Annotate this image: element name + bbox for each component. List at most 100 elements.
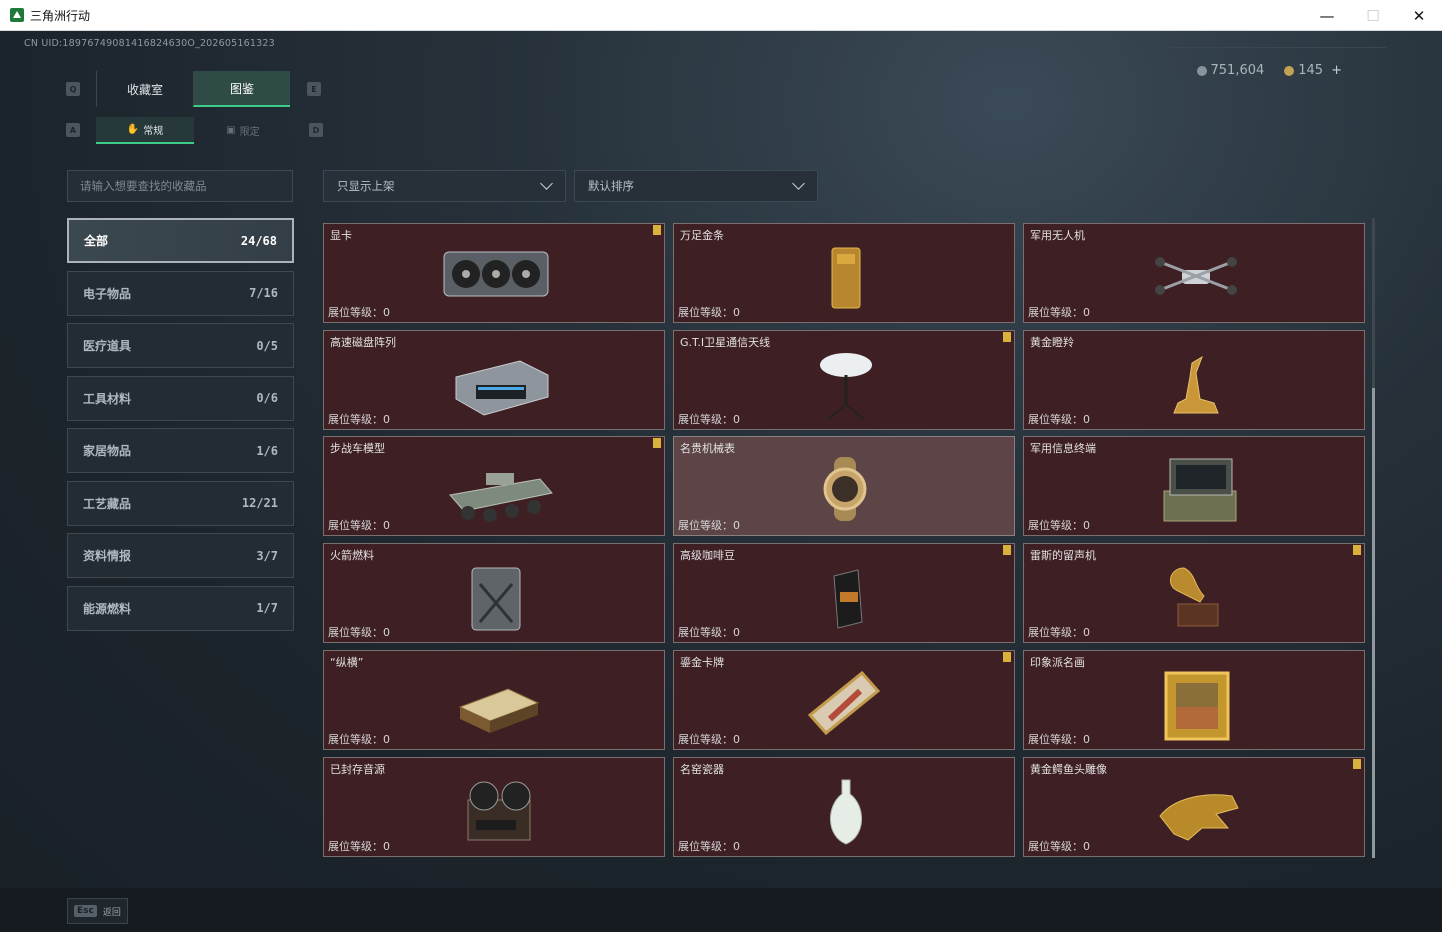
collectible-name: 名贵机械表 bbox=[680, 442, 735, 456]
display-level: 展位等级：0 bbox=[328, 731, 390, 747]
new-badge-icon bbox=[1003, 651, 1011, 662]
collectible-card[interactable]: 军用无人机 展位等级：0 bbox=[1023, 223, 1365, 323]
collectible-card[interactable]: G.T.I卫星通信天线 展位等级：0 bbox=[673, 329, 1015, 430]
collectible-name: 显卡 bbox=[330, 229, 352, 242]
display-level-value: 0 bbox=[733, 412, 740, 426]
display-level-value: 0 bbox=[383, 626, 390, 640]
display-level-label: 展位等级： bbox=[678, 519, 733, 533]
category-medical[interactable]: 医疗道具 0/5 bbox=[67, 323, 294, 368]
scrollbar-thumb[interactable] bbox=[1372, 388, 1375, 858]
display-level: 展位等级：0 bbox=[1028, 624, 1090, 640]
display-level-value: 0 bbox=[1083, 519, 1090, 533]
painting-icon bbox=[1164, 671, 1230, 741]
watch-icon bbox=[823, 457, 867, 522]
category-household[interactable]: 家居物品 1/6 bbox=[67, 428, 294, 473]
collectible-card[interactable]: 名贵机械表 展位等级：0 bbox=[673, 436, 1015, 537]
close-button[interactable]: ✕ bbox=[1396, 0, 1442, 31]
maximize-button[interactable]: ☐ bbox=[1350, 0, 1396, 31]
display-level-value: 0 bbox=[383, 732, 390, 746]
collectible-name: 高级咖啡豆 bbox=[680, 549, 735, 563]
grid-scrollbar[interactable] bbox=[1372, 218, 1375, 858]
display-level-value: 0 bbox=[383, 412, 390, 426]
collectible-name: “纵横” bbox=[330, 655, 364, 669]
display-level-value: 0 bbox=[1083, 306, 1090, 319]
collectible-card[interactable]: “纵横” 展位等级：0 bbox=[323, 649, 665, 750]
display-level: 展位等级：0 bbox=[1028, 304, 1090, 320]
display-level: 展位等级：0 bbox=[328, 624, 390, 640]
category-count: 0/6 bbox=[256, 391, 278, 405]
subtab-regular[interactable]: ✋ 常规 bbox=[96, 117, 194, 144]
collectible-card[interactable]: 火箭燃料 展位等级：0 bbox=[323, 543, 665, 644]
category-label: 医疗道具 bbox=[83, 339, 132, 353]
new-badge-icon bbox=[1353, 758, 1361, 769]
ifv-icon bbox=[449, 473, 553, 523]
display-level-label: 展位等级： bbox=[1028, 626, 1083, 640]
tab-collection-room[interactable]: 收藏室 bbox=[96, 71, 193, 107]
disk-icon bbox=[455, 360, 549, 416]
antenna-icon bbox=[820, 352, 872, 420]
player-uid: CN UID:18976749081416824630O_20260516132… bbox=[24, 38, 275, 49]
category-fuel[interactable]: 能源燃料 1/7 bbox=[67, 585, 294, 631]
display-level-label: 展位等级： bbox=[1028, 839, 1083, 853]
display-level-label: 展位等级： bbox=[678, 306, 733, 319]
collectible-name: 名窑瓷器 bbox=[680, 762, 724, 776]
collectible-name: 黄金瞪羚 bbox=[1030, 335, 1074, 349]
collectible-card[interactable]: 名窑瓷器 展位等级：0 bbox=[673, 756, 1015, 857]
collectible-name: 已封存音源 bbox=[330, 762, 385, 776]
croc-icon bbox=[1159, 793, 1239, 841]
vase-icon bbox=[829, 779, 863, 845]
key-hint-e: E bbox=[307, 82, 321, 96]
gold-currency[interactable]: 145 + bbox=[1284, 63, 1342, 78]
category-electronics[interactable]: 电子物品 7/16 bbox=[67, 270, 294, 316]
display-level: 展位等级：0 bbox=[678, 624, 740, 640]
category-label: 能源燃料 bbox=[83, 601, 132, 616]
back-label: 返回 bbox=[102, 907, 121, 918]
collectible-card[interactable]: 已封存音源 展位等级：0 bbox=[323, 756, 665, 857]
app-logo-icon bbox=[10, 8, 24, 22]
display-level-value: 0 bbox=[1083, 412, 1090, 426]
display-level: 展位等级：0 bbox=[328, 304, 390, 320]
collectible-card[interactable]: 黄金瞪羚 展位等级：0 bbox=[1023, 329, 1365, 430]
silver-currency: 751,604 bbox=[1196, 63, 1264, 78]
display-level-value: 0 bbox=[733, 732, 740, 746]
collectible-name: 黄金鳄鱼头雕像 bbox=[1030, 762, 1107, 776]
sort-dropdown[interactable]: 默认排序 bbox=[574, 170, 818, 202]
main-tabs: 收藏室 图鉴 bbox=[96, 71, 291, 107]
category-crafts[interactable]: 工艺藏品 12/21 bbox=[67, 480, 294, 526]
collectible-card[interactable]: 印象派名画 展位等级：0 bbox=[1023, 649, 1365, 750]
search-input[interactable] bbox=[67, 170, 293, 202]
collectible-name: 万足金条 bbox=[680, 229, 724, 242]
new-badge-icon bbox=[653, 225, 661, 235]
category-count: 1/6 bbox=[256, 443, 278, 458]
collectible-card[interactable]: 步战车模型 展位等级：0 bbox=[323, 436, 665, 537]
collectible-card[interactable]: 高速磁盘阵列 展位等级：0 bbox=[323, 329, 665, 430]
chevron-down-icon bbox=[792, 177, 805, 190]
collectible-card[interactable]: 万足金条展位等级：0 bbox=[673, 223, 1015, 323]
collectible-card[interactable]: 显卡展位等级：0 bbox=[323, 223, 665, 323]
collectible-card[interactable]: 鎏金卡牌 展位等级：0 bbox=[673, 649, 1015, 750]
collectible-name: 步战车模型 bbox=[330, 442, 385, 456]
category-count: 3/7 bbox=[256, 548, 278, 563]
tab-catalog[interactable]: 图鉴 bbox=[193, 71, 290, 107]
display-level: 展位等级：0 bbox=[678, 304, 740, 320]
collectible-card[interactable]: 军用信息终端 展位等级：0 bbox=[1023, 436, 1365, 537]
window-titlebar: 三角洲行动 — ☐ ✕ bbox=[0, 0, 1442, 31]
category-intel[interactable]: 资料情报 3/7 bbox=[67, 533, 294, 578]
collectible-name: 雷斯的留声机 bbox=[1030, 549, 1096, 563]
category-all[interactable]: 全部 24/68 bbox=[67, 218, 294, 263]
subtab-regular-label: 常规 bbox=[143, 126, 164, 137]
collectible-card[interactable]: 高级咖啡豆展位等级：0 bbox=[673, 543, 1015, 644]
display-level: 展位等级：0 bbox=[678, 731, 740, 747]
divider bbox=[1170, 47, 1386, 48]
category-tools[interactable]: 工具材料 0/6 bbox=[67, 375, 294, 421]
collectible-card[interactable]: 黄金鳄鱼头雕像 展位等级：0 bbox=[1023, 756, 1365, 857]
collectible-card[interactable]: 雷斯的留声机 展位等级：0 bbox=[1023, 543, 1365, 644]
shelf-filter-dropdown[interactable]: 只显示上架 bbox=[323, 170, 566, 202]
back-button[interactable]: Esc 返回 bbox=[67, 898, 128, 924]
hand-icon: ✋ bbox=[126, 124, 140, 135]
subtab-limited[interactable]: ▣ 限定 bbox=[194, 117, 292, 144]
display-level-label: 展位等级： bbox=[328, 732, 383, 746]
add-currency-icon[interactable]: + bbox=[1331, 63, 1342, 78]
minimize-button[interactable]: — bbox=[1304, 0, 1350, 31]
shelf-filter-value: 只显示上架 bbox=[337, 179, 395, 193]
